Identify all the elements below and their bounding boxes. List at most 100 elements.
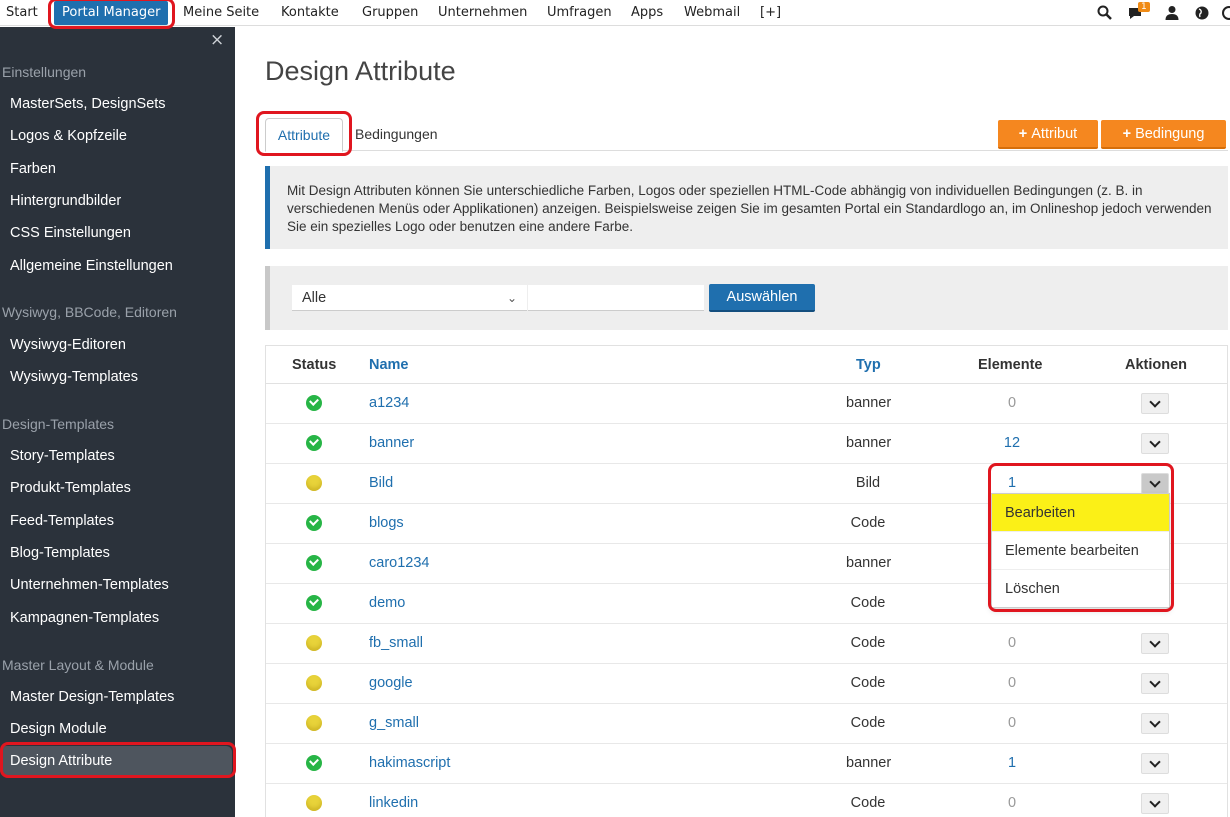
menu-item-elemente-bearbeiten[interactable]: Elemente bearbeiten: [992, 532, 1169, 570]
status-ok-icon: [306, 515, 322, 531]
row-name-link[interactable]: fb_small: [369, 635, 423, 651]
add-condition-button[interactable]: + Bedingung: [1101, 120, 1226, 149]
header-name[interactable]: Name: [369, 357, 409, 373]
sidebar-item-kampagnen-templates[interactable]: Kampagnen-Templates: [0, 603, 235, 633]
top-navigation: Start Portal Manager Meine Seite Kontakt…: [0, 0, 1230, 26]
sidebar-item-allgemeine[interactable]: Allgemeine Einstellungen: [0, 251, 235, 281]
row-actions-button[interactable]: [1141, 393, 1169, 414]
nav-unternehmen[interactable]: Unternehmen: [438, 0, 527, 26]
sidebar-item-design-module[interactable]: Design Module: [0, 714, 235, 744]
add-attribute-button[interactable]: + Attribut: [998, 120, 1098, 149]
status-ok-icon: [306, 755, 322, 771]
row-name-link[interactable]: blogs: [369, 515, 404, 531]
sidebar-item-farben[interactable]: Farben: [0, 154, 235, 184]
table-header: Status Name Typ Elemente Aktionen: [266, 346, 1227, 384]
row-name-link[interactable]: g_small: [369, 715, 419, 731]
row-typ: banner: [846, 395, 892, 411]
row-name-link[interactable]: demo: [369, 595, 405, 611]
status-pending-icon: [306, 635, 322, 651]
tab-bedingungen[interactable]: Bedingungen: [355, 118, 438, 151]
row-name-link[interactable]: linkedin: [369, 795, 418, 811]
sidebar-item-story-templates[interactable]: Story-Templates: [0, 441, 235, 471]
sidebar-item-master-design-templates[interactable]: Master Design-Templates: [0, 682, 235, 712]
close-icon[interactable]: ×: [210, 30, 224, 50]
page-title: Design Attribute: [265, 56, 456, 86]
menu-item-bearbeiten[interactable]: Bearbeiten: [992, 494, 1169, 532]
globe-icon[interactable]: [1193, 4, 1211, 22]
nav-start[interactable]: Start: [6, 0, 38, 26]
row-actions-button[interactable]: [1141, 793, 1169, 814]
nav-gruppen[interactable]: Gruppen: [362, 0, 418, 26]
row-typ: Bild: [855, 475, 881, 491]
header-typ[interactable]: Typ: [856, 357, 881, 373]
filter-bar: Alle ⌄ Auswählen: [265, 266, 1228, 330]
row-typ: Code: [850, 635, 886, 651]
sidebar-item-blog-templates[interactable]: Blog-Templates: [0, 538, 235, 568]
row-name-link[interactable]: caro1234: [369, 555, 429, 571]
nav-kontakte[interactable]: Kontakte: [281, 0, 339, 26]
row-elemente: 0: [1007, 635, 1017, 651]
filter-input[interactable]: [528, 285, 704, 311]
power-icon[interactable]: [1220, 4, 1230, 22]
row-typ: banner: [846, 435, 892, 451]
row-name-link[interactable]: banner: [369, 435, 414, 451]
nav-portal-manager[interactable]: Portal Manager: [54, 1, 169, 25]
row-typ: Code: [850, 795, 886, 811]
row-actions-button[interactable]: [1141, 713, 1169, 734]
row-typ: Code: [850, 715, 886, 731]
menu-item-loeschen[interactable]: Löschen: [992, 570, 1169, 608]
sidebar-item-logos[interactable]: Logos & Kopfzeile: [0, 121, 235, 151]
header-status: Status: [292, 357, 337, 373]
row-elemente[interactable]: 1: [998, 755, 1026, 771]
sidebar-item-wysiwyg-editoren[interactable]: Wysiwyg-Editoren: [0, 330, 235, 360]
row-actions-button[interactable]: [1141, 433, 1169, 454]
table-row: banner banner 12: [266, 424, 1227, 464]
filter-select[interactable]: Alle ⌄: [292, 285, 527, 311]
table-row: a1234 banner 0: [266, 384, 1227, 424]
chevron-down-icon: ⌄: [506, 291, 517, 305]
status-ok-icon: [306, 395, 322, 411]
tab-attribute[interactable]: Attribute: [265, 118, 343, 152]
sidebar-item-unternehmen-templates[interactable]: Unternehmen-Templates: [0, 570, 235, 600]
table-row: google Code 0: [266, 664, 1227, 704]
actions-dropdown-menu: Bearbeiten Elemente bearbeiten Löschen: [991, 493, 1170, 608]
row-actions-button[interactable]: [1141, 673, 1169, 694]
info-text: Mit Design Attributen können Sie untersc…: [287, 183, 1212, 234]
status-pending-icon: [306, 675, 322, 691]
row-elemente[interactable]: 12: [998, 435, 1026, 451]
table-row: linkedin Code 0: [266, 784, 1227, 817]
row-elemente: 0: [1007, 715, 1017, 731]
sidebar-section-wysiwyg: Wysiwyg, BBCode, Editoren: [2, 304, 177, 320]
nav-umfragen[interactable]: Umfragen: [547, 0, 612, 26]
row-name-link[interactable]: a1234: [369, 395, 409, 411]
sidebar-item-wysiwyg-templates[interactable]: Wysiwyg-Templates: [0, 362, 235, 392]
table-row: g_small Code 0: [266, 704, 1227, 744]
row-name-link[interactable]: Bild: [369, 475, 393, 491]
row-typ: banner: [846, 755, 892, 771]
nav-meine-seite[interactable]: Meine Seite: [183, 0, 259, 26]
sidebar-item-produkt-templates[interactable]: Produkt-Templates: [0, 473, 235, 503]
row-actions-button[interactable]: [1141, 753, 1169, 774]
row-actions-button[interactable]: [1141, 633, 1169, 654]
sidebar-section-design-templates: Design-Templates: [2, 416, 115, 432]
sidebar-item-feed-templates[interactable]: Feed-Templates: [0, 506, 235, 536]
row-name-link[interactable]: google: [369, 675, 413, 691]
sidebar-section-master-layout: Master Layout & Module: [2, 657, 154, 673]
select-submit-button[interactable]: Auswählen: [709, 284, 815, 312]
header-aktionen: Aktionen: [1125, 357, 1188, 373]
status-ok-icon: [306, 595, 322, 611]
row-typ: Code: [850, 595, 886, 611]
nav-webmail[interactable]: Webmail: [684, 0, 740, 26]
row-elemente[interactable]: 1: [998, 475, 1026, 491]
sidebar-item-css[interactable]: CSS Einstellungen: [0, 218, 235, 248]
status-ok-icon: [306, 435, 322, 451]
sidebar-item-hintergrundbilder[interactable]: Hintergrundbilder: [0, 186, 235, 216]
row-name-link[interactable]: hakimascript: [369, 755, 450, 771]
row-actions-button[interactable]: [1141, 473, 1169, 494]
sidebar-item-mastersets[interactable]: MasterSets, DesignSets: [0, 89, 235, 119]
user-icon[interactable]: [1163, 4, 1181, 22]
sidebar-item-design-attribute[interactable]: Design Attribute: [0, 746, 232, 776]
nav-apps[interactable]: Apps: [631, 0, 663, 26]
nav-add[interactable]: [+]: [760, 0, 781, 26]
search-icon[interactable]: [1096, 4, 1114, 22]
